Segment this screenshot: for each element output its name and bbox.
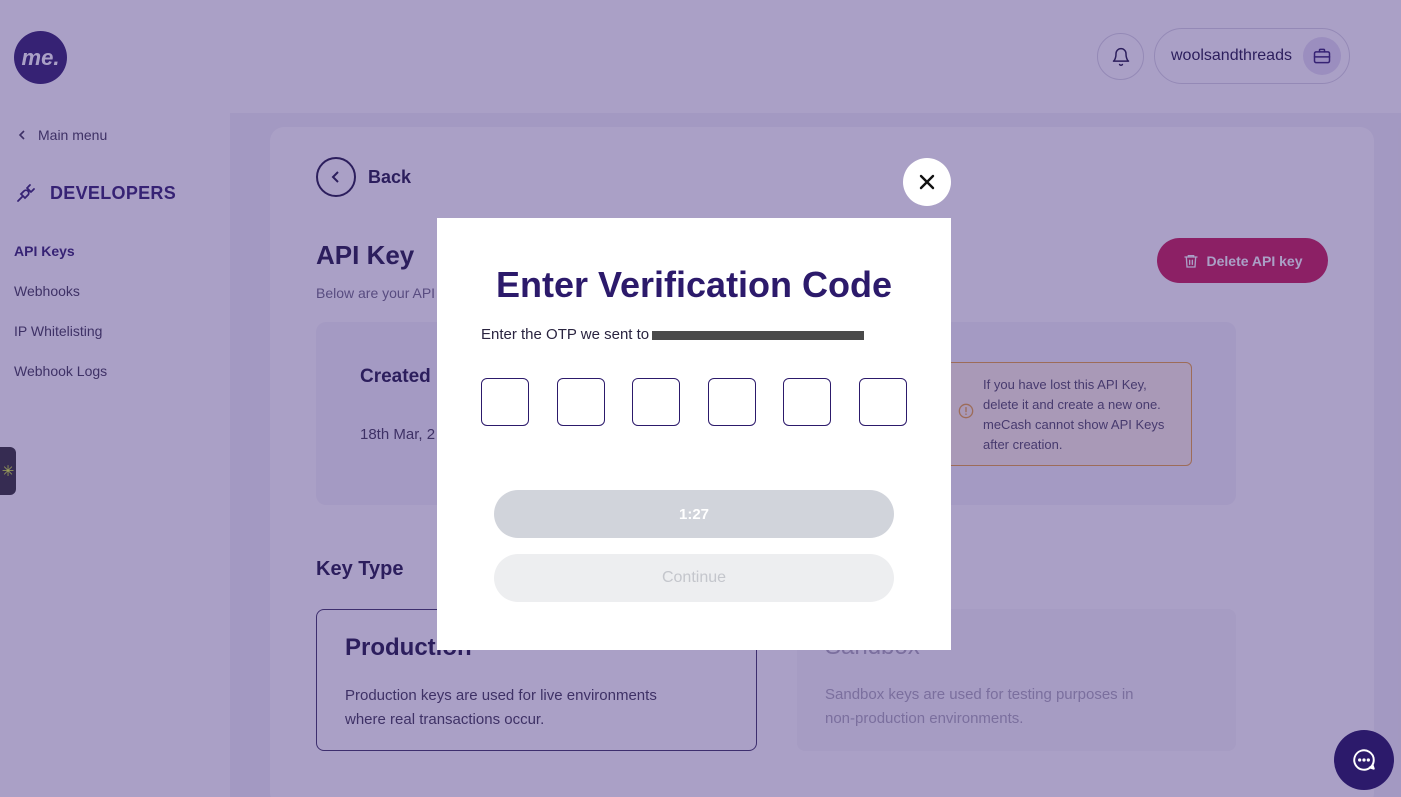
otp-instruction: Enter the OTP we sent to bbox=[481, 326, 865, 343]
otp-digit-1[interactable] bbox=[481, 378, 529, 426]
close-icon bbox=[919, 174, 935, 190]
otp-digit-5[interactable] bbox=[783, 378, 832, 426]
otp-digit-2[interactable] bbox=[556, 378, 605, 426]
resend-timer-button[interactable]: 1:27 bbox=[494, 490, 894, 538]
modal-title: Enter Verification Code bbox=[495, 264, 893, 305]
verification-modal: Enter Verification Code Enter the OTP we… bbox=[437, 218, 951, 650]
otp-digit-4[interactable] bbox=[707, 378, 756, 426]
chat-bubble-icon bbox=[1353, 749, 1375, 771]
otp-instruction-text: Enter the OTP we sent to bbox=[481, 326, 650, 343]
otp-digit-6[interactable] bbox=[858, 378, 907, 426]
otp-digit-3[interactable] bbox=[632, 378, 681, 426]
close-modal-button[interactable] bbox=[903, 158, 951, 206]
chat-support-button[interactable] bbox=[1334, 730, 1394, 790]
otp-inputs bbox=[481, 378, 907, 426]
continue-button[interactable]: Continue bbox=[494, 554, 894, 602]
redacted-email bbox=[652, 330, 865, 340]
